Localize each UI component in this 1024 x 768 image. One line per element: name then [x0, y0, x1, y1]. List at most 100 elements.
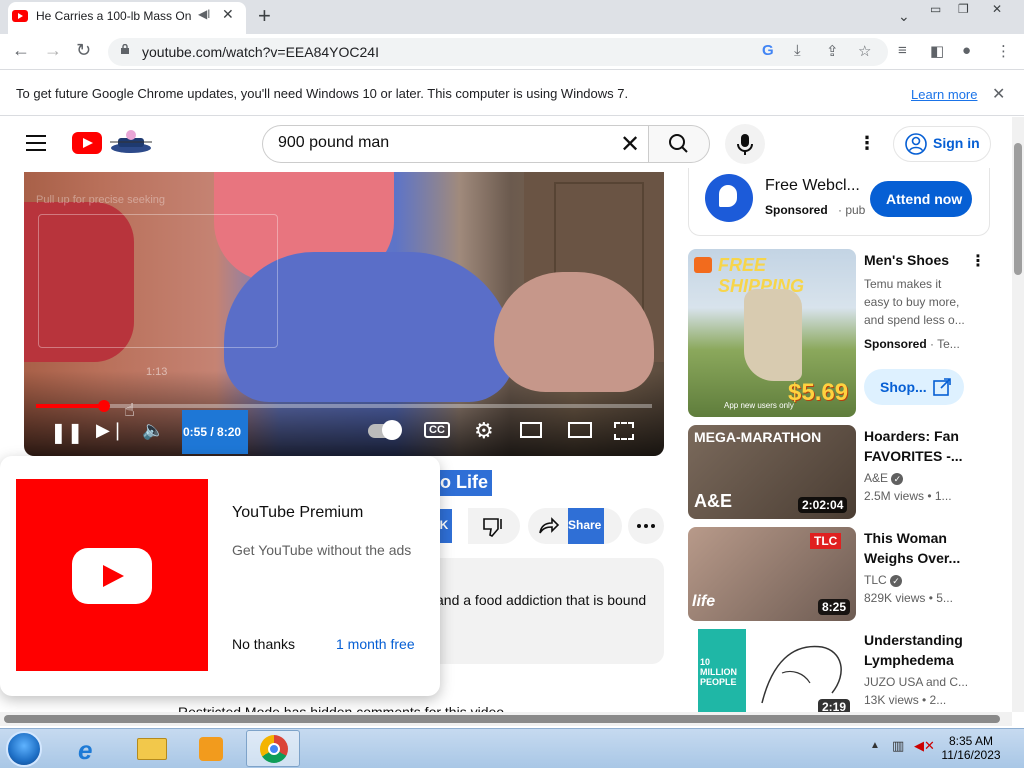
- start-button[interactable]: [6, 731, 42, 767]
- theater-mode-icon[interactable]: [568, 422, 592, 438]
- restore-button[interactable]: ❐: [958, 2, 969, 16]
- video-title[interactable]: Hoarders: Fan FAVORITES -...: [864, 426, 974, 466]
- learn-more-link[interactable]: Learn more: [911, 87, 977, 102]
- shop-now-label[interactable]: Shop...: [880, 379, 927, 395]
- youtube-doodle-icon[interactable]: [106, 128, 156, 156]
- video-title[interactable]: Understanding Lymphedema: [864, 630, 974, 670]
- mouse-cursor-icon: ☝: [124, 400, 135, 420]
- infobar-message: To get future Google Chrome updates, you…: [16, 86, 629, 101]
- temu-logo-icon: [694, 257, 712, 273]
- channel-name[interactable]: JUZO USA and C...: [864, 675, 968, 689]
- taskbar-chrome[interactable]: [246, 730, 300, 767]
- lock-icon[interactable]: [120, 44, 130, 54]
- microphone-icon: [737, 134, 753, 155]
- video-channel[interactable]: A&E ✓: [864, 471, 904, 485]
- network-icon[interactable]: ▥: [892, 738, 904, 754]
- volume-muted-icon[interactable]: ◀✕: [914, 738, 935, 754]
- scrubber-handle[interactable]: [98, 400, 110, 412]
- ad-menu-icon[interactable]: ⋮: [970, 251, 986, 271]
- horizontal-scroll-thumb[interactable]: [4, 715, 1000, 723]
- captions-button[interactable]: CC: [424, 422, 450, 438]
- hamburger-menu-icon[interactable]: [26, 135, 46, 156]
- volume-icon[interactable]: 🔈: [142, 420, 164, 441]
- search-query[interactable]: 900 pound man: [278, 134, 389, 152]
- new-users-note: App new users only: [724, 401, 794, 410]
- video-thumbnail-tlc[interactable]: TLC life 8:25: [688, 527, 856, 621]
- channel-name[interactable]: A&E: [864, 471, 888, 485]
- media-player-icon: [199, 737, 223, 761]
- settings-more-icon[interactable]: ⋮: [858, 133, 876, 154]
- media-control-icon[interactable]: ≡: [898, 42, 907, 59]
- folder-icon: [137, 738, 167, 760]
- description-text: and a food addiction that is bound: [436, 592, 647, 608]
- taskbar-file-explorer[interactable]: [124, 730, 178, 767]
- taskbar-media-player[interactable]: [184, 730, 238, 767]
- google-icon[interactable]: G: [762, 42, 774, 59]
- tab-title: He Carries a 100-lb Mass On: [36, 9, 192, 23]
- share-label[interactable]: Share: [568, 508, 604, 544]
- vertical-scroll-thumb[interactable]: [1014, 143, 1022, 275]
- life-logo: life: [692, 593, 716, 610]
- video-player[interactable]: Pull up for precise seeking 1:13 ☝ ❚❚ ▶❘…: [24, 172, 664, 456]
- close-window-button[interactable]: ✕: [992, 2, 1002, 16]
- video-channel[interactable]: TLC ✓: [864, 573, 903, 587]
- boot-image: [744, 289, 802, 381]
- clock-date: 11/16/2023: [941, 748, 1001, 762]
- attend-now-label[interactable]: Attend now: [886, 191, 962, 207]
- infobar-close-icon[interactable]: ✕: [992, 84, 1005, 104]
- search-button[interactable]: [648, 125, 710, 163]
- shoes-ad-advertiser: · Te...: [930, 337, 960, 351]
- video-duration: 2:02:04: [798, 497, 848, 513]
- more-horizontal-icon: [637, 524, 655, 528]
- fullscreen-icon[interactable]: [614, 422, 634, 440]
- ae-logo: A&E: [694, 491, 733, 511]
- thumbs-down-icon: [483, 518, 502, 537]
- install-icon[interactable]: ⤓: [794, 42, 801, 59]
- more-actions-button[interactable]: [628, 508, 664, 544]
- channel-name[interactable]: TLC: [864, 573, 887, 587]
- tab-close-icon[interactable]: ✕: [222, 6, 234, 23]
- minimize-button[interactable]: ▭: [930, 2, 941, 16]
- new-tab-button[interactable]: +: [258, 3, 271, 29]
- system-clock[interactable]: 8:35 AM 11/16/2023: [936, 734, 1006, 762]
- show-hidden-icons[interactable]: ▲: [870, 740, 880, 751]
- pause-icon[interactable]: ❚❚: [50, 420, 84, 445]
- sign-in-label[interactable]: Sign in: [933, 135, 980, 151]
- video-title[interactable]: This Woman Weighs Over...: [864, 528, 974, 568]
- autoplay-knob-icon: [382, 420, 402, 440]
- bookmark-star-icon[interactable]: ☆: [858, 42, 871, 60]
- back-icon[interactable]: ←: [12, 40, 30, 61]
- next-icon[interactable]: ▶❘: [96, 420, 125, 441]
- clear-search-icon[interactable]: ✕: [620, 130, 640, 159]
- ad-publisher: · pub: [838, 203, 866, 217]
- miniplayer-icon[interactable]: [520, 422, 542, 438]
- no-thanks-button[interactable]: No thanks: [232, 636, 295, 652]
- seek-hint: Pull up for precise seeking: [36, 194, 166, 206]
- youtube-logo[interactable]: [72, 132, 102, 154]
- video-thumbnail-hoarders[interactable]: MEGA-MARATHON A&E 2:02:04: [688, 425, 856, 519]
- dislike-button[interactable]: [468, 508, 520, 544]
- tab-search-chevron-icon[interactable]: ⌄: [898, 8, 910, 25]
- voice-search-button[interactable]: [725, 124, 765, 164]
- profile-icon[interactable]: ●: [962, 42, 971, 59]
- video-meta: 13K views • 2...: [864, 693, 947, 707]
- verified-icon: ✓: [890, 574, 903, 587]
- shoes-ad-thumbnail[interactable]: FREE SHIPPING $5.69 App new users only: [688, 249, 856, 417]
- side-panel-icon[interactable]: ◧: [930, 42, 944, 60]
- external-link-icon[interactable]: [932, 377, 952, 397]
- free-trial-button[interactable]: 1 month free: [336, 636, 415, 652]
- reload-icon[interactable]: ↻: [76, 40, 91, 61]
- shoes-ad-title[interactable]: Men's Shoes: [864, 250, 974, 270]
- ad-title[interactable]: Free Webcl...: [765, 177, 860, 195]
- video-thumbnail-lymphedema[interactable]: 10 MILLION PEOPLE 2:19: [688, 629, 856, 712]
- share-page-icon[interactable]: ⇪: [826, 42, 839, 60]
- taskbar-internet-explorer[interactable]: e: [64, 730, 118, 767]
- forward-icon[interactable]: →: [44, 40, 62, 61]
- verified-icon: ✓: [891, 472, 904, 485]
- settings-gear-icon[interactable]: ⚙: [474, 418, 494, 444]
- description-box[interactable]: [420, 558, 664, 664]
- tab-audio-icon[interactable]: ◀ǀ: [198, 7, 210, 21]
- clock-time: 8:35 AM: [948, 734, 994, 748]
- chrome-menu-icon[interactable]: ⋮: [996, 42, 1011, 60]
- url-text[interactable]: youtube.com/watch?v=EEA84YOC24I: [142, 44, 379, 60]
